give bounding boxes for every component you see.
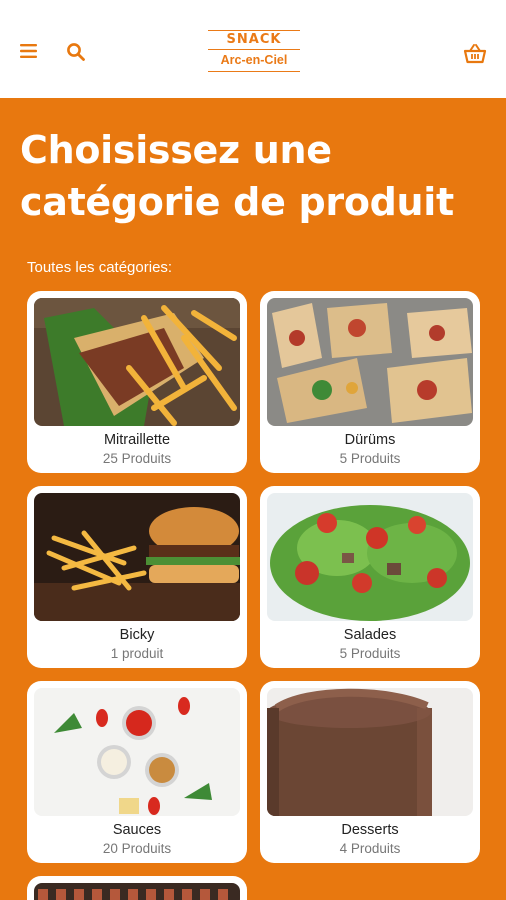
desserts-image xyxy=(267,688,473,816)
category-count: 4 Produits xyxy=(339,841,401,856)
category-count: 25 Produits xyxy=(102,451,172,466)
snack-logo[interactable]: SNACK Arc-en-Ciel xyxy=(208,27,300,75)
durums-image xyxy=(267,298,473,426)
bicky-image xyxy=(34,493,240,621)
mitraillette-image xyxy=(34,298,240,426)
category-count: 1 produit xyxy=(110,646,164,661)
page-title: Choisissez une catégorie de produit xyxy=(20,128,454,224)
logo-line-1: SNACK xyxy=(226,32,282,47)
category-name: Dürüms xyxy=(344,432,396,448)
top-bar: SNACK Arc-en-Ciel xyxy=(0,0,506,98)
category-name: Bicky xyxy=(119,627,155,643)
basket-icon[interactable] xyxy=(462,43,488,65)
salades-image xyxy=(267,493,473,621)
category-card-sauces[interactable]: Sauces 20 Produits xyxy=(27,681,247,863)
category-count: 20 Produits xyxy=(102,841,172,856)
logo-line-2: Arc-en-Ciel xyxy=(220,53,288,67)
search-icon[interactable] xyxy=(66,42,86,62)
section-label: Toutes les catégories: xyxy=(27,259,173,276)
sauces-image xyxy=(34,688,240,816)
category-name: Desserts xyxy=(341,822,399,838)
hamburger-menu-icon[interactable] xyxy=(20,43,38,59)
category-count: 5 Produits xyxy=(339,646,401,661)
category-name: Salades xyxy=(343,627,397,643)
category-count: 5 Produits xyxy=(339,451,401,466)
category-card-salades[interactable]: Salades 5 Produits xyxy=(260,486,480,668)
category-card-mitraillette[interactable]: Mitraillette 25 Produits xyxy=(27,291,247,473)
category-card-desserts[interactable]: Desserts 4 Produits xyxy=(260,681,480,863)
category-card-bicky[interactable]: Bicky 1 produit xyxy=(27,486,247,668)
category-name: Sauces xyxy=(112,822,162,838)
category-name: Mitraillette xyxy=(103,432,171,448)
category-card-durums[interactable]: Dürüms 5 Produits xyxy=(260,291,480,473)
partial-card-image xyxy=(34,883,240,900)
category-card-partial[interactable] xyxy=(27,876,247,900)
